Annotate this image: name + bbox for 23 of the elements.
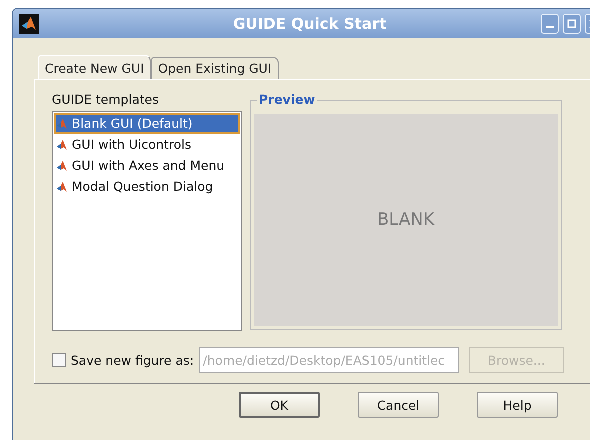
minimize-button[interactable] [541, 14, 559, 34]
minimize-icon [546, 26, 554, 28]
template-item[interactable]: GUI with Uicontrols [54, 134, 240, 155]
tab[interactable]: Create New GUI [38, 55, 152, 79]
dialog-button[interactable]: Cancel [358, 392, 439, 418]
window-title: GUIDE Quick Start [232, 14, 388, 32]
save-label: Save new figure as: [71, 352, 194, 368]
matlab-logo-icon [19, 14, 39, 34]
preview-label: Preview [257, 92, 318, 107]
matlab-logo-icon [56, 160, 68, 172]
template-item[interactable]: Modal Question Dialog [54, 176, 240, 197]
maximize-icon [567, 18, 577, 28]
preview-text: BLANK [377, 210, 435, 230]
tab[interactable]: Open Existing GUI [151, 57, 279, 79]
template-item[interactable]: Blank GUI (Default) [54, 113, 240, 134]
templates-label: GUIDE templates [52, 92, 160, 107]
template-item[interactable]: GUI with Axes and Menu [54, 155, 240, 176]
matlab-logo-icon [56, 180, 68, 192]
dialog-button[interactable]: Help [477, 392, 558, 418]
dialog-button[interactable]: OK [239, 392, 320, 418]
matlab-logo-icon [56, 138, 68, 150]
matlab-logo-icon [56, 118, 68, 130]
maximize-button[interactable] [563, 14, 581, 34]
